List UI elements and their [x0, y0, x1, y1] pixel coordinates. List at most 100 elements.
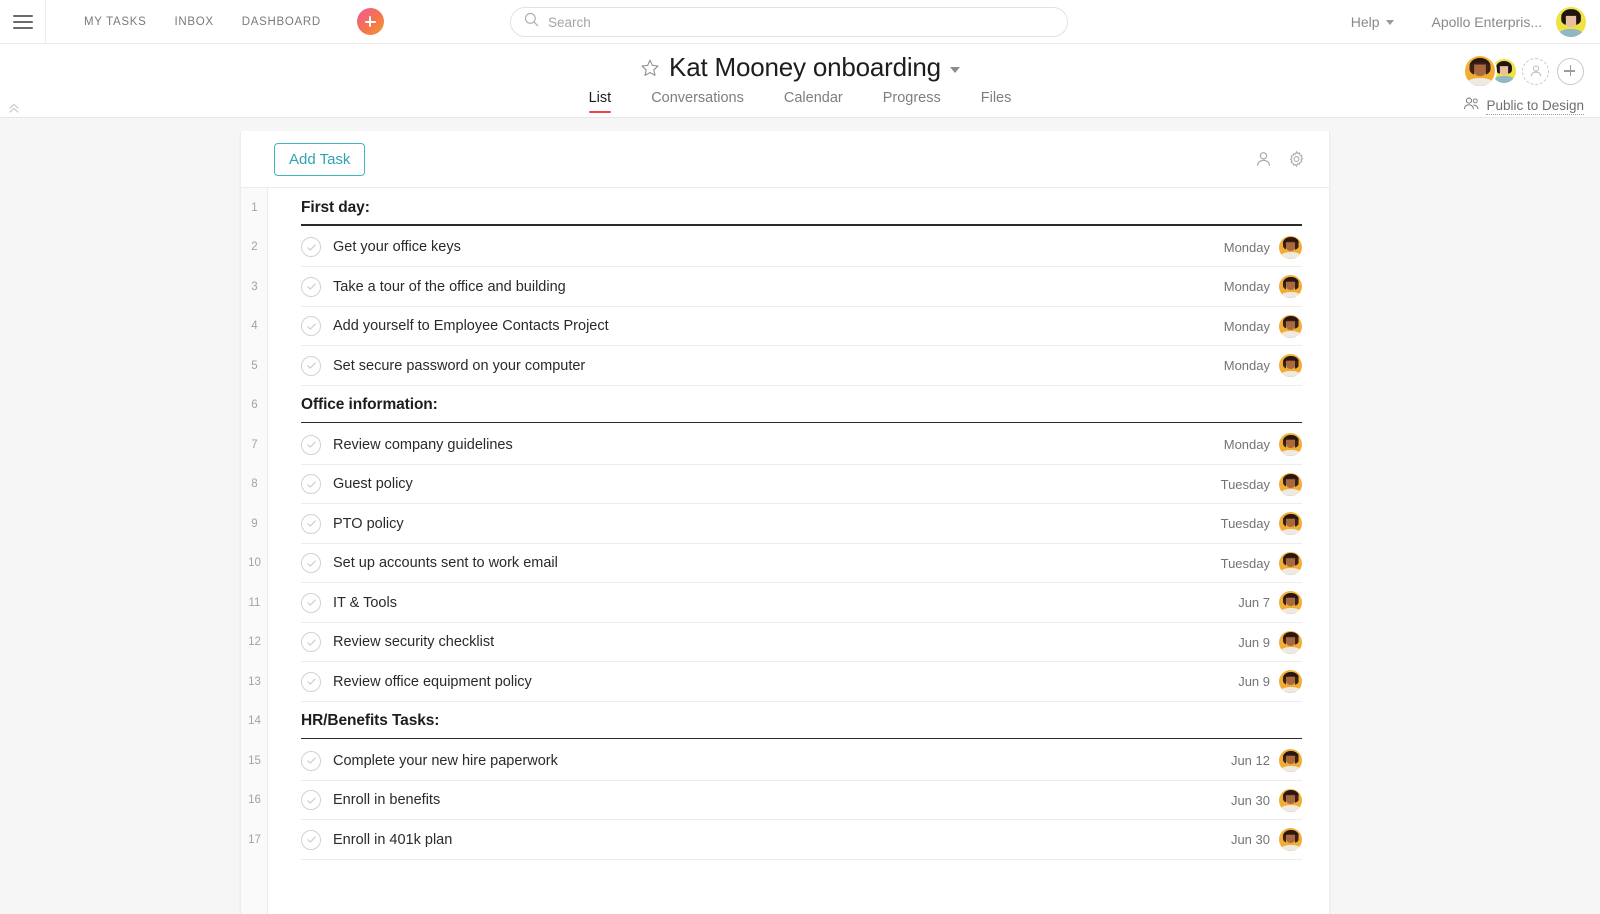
complete-task-checkbox-icon[interactable] — [301, 316, 321, 337]
avatar[interactable] — [1279, 749, 1302, 773]
organization-name[interactable]: Apollo Enterpris... — [1432, 14, 1543, 30]
star-icon[interactable] — [640, 58, 660, 78]
due-date[interactable]: Monday — [1224, 319, 1270, 334]
avatar[interactable] — [1279, 275, 1302, 299]
due-date[interactable]: Monday — [1224, 240, 1270, 255]
avatar[interactable] — [1279, 433, 1302, 457]
task-name[interactable]: Get your office keys — [333, 239, 461, 255]
avatar[interactable] — [1279, 314, 1302, 338]
page-title[interactable]: Kat Mooney onboarding — [669, 52, 941, 83]
tab-conversations[interactable]: Conversations — [631, 90, 764, 113]
due-date[interactable]: Tuesday — [1221, 556, 1270, 571]
due-date[interactable]: Jun 30 — [1231, 793, 1270, 808]
complete-task-checkbox-icon[interactable] — [301, 355, 321, 376]
complete-task-checkbox-icon[interactable] — [301, 671, 321, 692]
due-date[interactable]: Jun 7 — [1238, 595, 1270, 610]
add-member-button[interactable] — [1557, 57, 1584, 85]
section-row[interactable]: 6 Office information: — [241, 386, 1329, 426]
task-name[interactable]: Take a tour of the office and building — [333, 279, 566, 295]
table-row[interactable]: 13 Review office equipment policy Jun 9 — [241, 662, 1329, 702]
gear-icon[interactable] — [1288, 150, 1305, 168]
due-date[interactable]: Tuesday — [1221, 516, 1270, 531]
table-row[interactable]: 11 IT & Tools Jun 7 — [241, 583, 1329, 623]
task-name[interactable]: Review office equipment policy — [333, 674, 532, 690]
avatar[interactable] — [1279, 670, 1302, 694]
avatar[interactable] — [1279, 472, 1302, 496]
table-row[interactable]: 8 Guest policy Tuesday — [241, 465, 1329, 505]
search-box[interactable] — [510, 7, 1068, 37]
task-name[interactable]: Review security checklist — [333, 634, 494, 650]
task-name[interactable]: Review company guidelines — [333, 437, 513, 453]
avatar[interactable] — [1279, 630, 1302, 654]
project-privacy-link[interactable]: Public to Design — [1463, 96, 1584, 116]
avatar[interactable] — [1279, 551, 1302, 575]
table-row[interactable]: 9 PTO policy Tuesday — [241, 504, 1329, 544]
due-date[interactable]: Jun 30 — [1231, 832, 1270, 847]
complete-task-checkbox-icon[interactable] — [301, 790, 321, 811]
due-date[interactable]: Jun 9 — [1238, 635, 1270, 650]
double-chevron-up-icon[interactable] — [6, 100, 22, 116]
avatar[interactable] — [1279, 788, 1302, 812]
task-name[interactable]: Add yourself to Employee Contacts Projec… — [333, 318, 609, 334]
complete-task-checkbox-icon[interactable] — [301, 829, 321, 850]
table-row[interactable]: 7 Review company guidelines Monday — [241, 425, 1329, 465]
task-name[interactable]: Enroll in benefits — [333, 792, 440, 808]
complete-task-checkbox-icon[interactable] — [301, 750, 321, 771]
table-row[interactable]: 12 Review security checklist Jun 9 — [241, 623, 1329, 663]
task-name[interactable]: Complete your new hire paperwork — [333, 753, 558, 769]
task-name[interactable]: Guest policy — [333, 476, 413, 492]
help-menu[interactable]: Help — [1351, 14, 1394, 30]
section-title[interactable]: Office information: — [301, 396, 438, 414]
due-date[interactable]: Jun 12 — [1231, 753, 1270, 768]
nav-item-dashboard[interactable]: DASHBOARD — [228, 16, 335, 28]
section-row[interactable]: 1 First day: — [241, 188, 1329, 228]
task-name[interactable]: IT & Tools — [333, 595, 397, 611]
table-row[interactable]: 5 Set secure password on your computer Mon… — [241, 346, 1329, 386]
section-title[interactable]: First day: — [301, 199, 370, 217]
section-title[interactable]: HR/Benefits Tasks: — [301, 712, 439, 730]
search-input[interactable] — [548, 14, 1028, 30]
dashed-person-icon[interactable] — [1522, 57, 1549, 85]
tab-list[interactable]: List — [569, 90, 632, 113]
chevron-down-icon[interactable] — [949, 66, 960, 73]
avatar[interactable] — [1556, 7, 1586, 37]
avatar[interactable] — [1463, 54, 1497, 88]
table-row[interactable]: 16 Enroll in benefits Jun 30 — [241, 781, 1329, 821]
complete-task-checkbox-icon[interactable] — [301, 553, 321, 574]
avatar[interactable] — [1279, 828, 1302, 852]
nav-item-inbox[interactable]: INBOX — [160, 16, 227, 28]
add-task-button[interactable]: Add Task — [274, 142, 366, 176]
complete-task-checkbox-icon[interactable] — [301, 632, 321, 653]
hamburger-menu-icon[interactable] — [0, 0, 46, 44]
task-name[interactable]: Set secure password on your computer — [333, 358, 585, 374]
avatar[interactable] — [1279, 354, 1302, 378]
due-date[interactable]: Tuesday — [1221, 477, 1270, 492]
complete-task-checkbox-icon[interactable] — [301, 237, 321, 258]
avatar[interactable] — [1279, 235, 1302, 259]
nav-item-my-tasks[interactable]: MY TASKS — [70, 16, 160, 28]
table-row[interactable]: 15 Complete your new hire paperwork Jun 12 — [241, 741, 1329, 781]
table-row[interactable]: 4 Add yourself to Employee Contacts Proje… — [241, 307, 1329, 347]
table-row[interactable]: 17 Enroll in 401k plan Jun 30 — [241, 820, 1329, 860]
complete-task-checkbox-icon[interactable] — [301, 592, 321, 613]
tab-calendar[interactable]: Calendar — [764, 90, 863, 113]
tab-progress[interactable]: Progress — [863, 90, 961, 113]
complete-task-checkbox-icon[interactable] — [301, 513, 321, 534]
due-date[interactable]: Monday — [1224, 358, 1270, 373]
person-icon[interactable] — [1255, 151, 1272, 168]
complete-task-checkbox-icon[interactable] — [301, 434, 321, 455]
task-name[interactable]: PTO policy — [333, 516, 404, 532]
task-name[interactable]: Enroll in 401k plan — [333, 832, 452, 848]
task-name[interactable]: Set up accounts sent to work email — [333, 555, 558, 571]
table-row[interactable]: 2 Get your office keys Monday — [241, 228, 1329, 268]
due-date[interactable]: Monday — [1224, 437, 1270, 452]
quick-add-plus-icon[interactable] — [356, 8, 384, 35]
table-row[interactable]: 3 Take a tour of the office and building M… — [241, 267, 1329, 307]
section-row[interactable]: 14 HR/Benefits Tasks: — [241, 702, 1329, 742]
avatar[interactable] — [1279, 512, 1302, 536]
complete-task-checkbox-icon[interactable] — [301, 276, 321, 297]
tab-files[interactable]: Files — [961, 90, 1032, 113]
avatar[interactable] — [1279, 591, 1302, 615]
due-date[interactable]: Monday — [1224, 279, 1270, 294]
complete-task-checkbox-icon[interactable] — [301, 474, 321, 495]
